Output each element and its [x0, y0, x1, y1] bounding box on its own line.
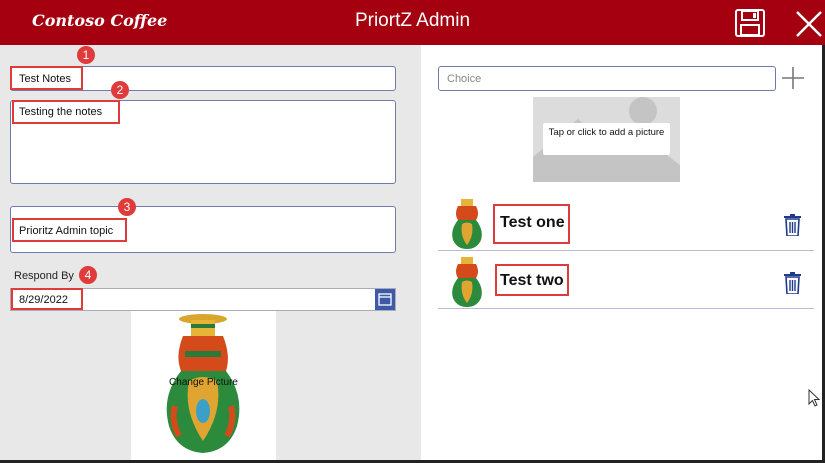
item-thumbnail — [452, 257, 482, 307]
choice-placeholder: Choice — [447, 73, 482, 85]
callout-box-item-2 — [495, 264, 569, 296]
save-icon[interactable] — [734, 8, 766, 38]
add-picture-control[interactable]: Tap or click to add a picture — [533, 97, 680, 182]
callout-badge-3: 3 — [118, 198, 136, 216]
callout-badge-2: 2 — [111, 81, 129, 99]
callout-box-2 — [12, 100, 120, 124]
page-title: PriortZ Admin — [354, 10, 471, 31]
callout-box-4 — [11, 288, 83, 310]
callout-badge-1: 1 — [77, 46, 95, 64]
trash-icon[interactable] — [784, 272, 801, 294]
callout-box-3 — [12, 218, 127, 242]
callout-badge-4: 4 — [79, 266, 97, 284]
choice-combobox[interactable]: Choice — [438, 66, 776, 91]
close-icon[interactable] — [794, 10, 824, 38]
trash-icon[interactable] — [784, 214, 801, 236]
add-picture-hint: Tap or click to add a picture — [543, 123, 670, 155]
item-picture[interactable]: Change Picture — [131, 311, 276, 461]
callout-box-1 — [10, 66, 83, 90]
callout-box-item-1 — [493, 204, 570, 244]
plus-icon[interactable] — [781, 66, 805, 90]
respond-by-label: Respond By — [14, 270, 74, 282]
change-picture-label[interactable]: Change Picture — [131, 377, 276, 388]
item-thumbnail — [452, 199, 482, 249]
app-header: Contoso Coffee PriortZ Admin — [0, 0, 825, 45]
mouse-cursor-icon — [808, 389, 820, 407]
calendar-icon[interactable] — [375, 289, 395, 310]
